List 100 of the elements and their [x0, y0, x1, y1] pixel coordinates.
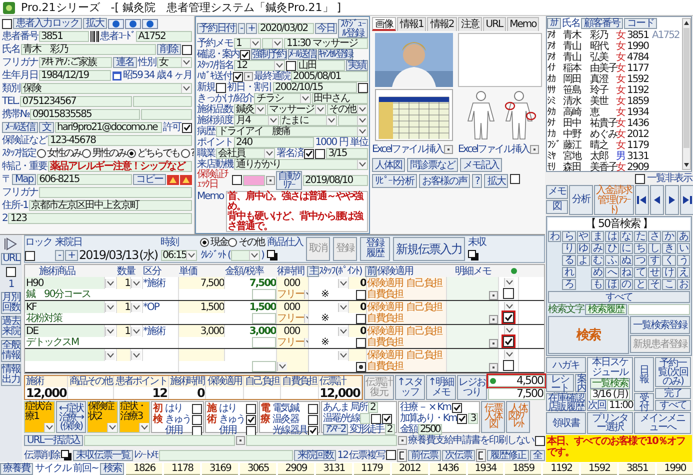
mini-button[interactable]: [266, 176, 275, 184]
kana-button[interactable]: て: [634, 267, 648, 278]
tab[interactable]: URL: [482, 17, 506, 31]
skip-start-button[interactable]: [635, 185, 649, 215]
action-button[interactable]: 全: [530, 450, 545, 460]
kana-button[interactable]: の: [620, 279, 633, 290]
mini-button[interactable]: [530, 144, 540, 154]
action-button[interactable]: すべて: [655, 400, 691, 411]
checkbox[interactable]: [457, 414, 468, 424]
action-button[interactable]: 情報出力: [1, 364, 21, 386]
kana-button[interactable]: る: [562, 255, 576, 266]
text-field[interactable]: [360, 413, 370, 424]
text-field[interactable]: [252, 361, 276, 372]
minutes-field[interactable]: 00: [289, 301, 309, 313]
action-button[interactable]: 分析: [569, 185, 593, 215]
points-field[interactable]: 0: [349, 325, 367, 337]
kana-button[interactable]: も: [590, 279, 604, 290]
checkbox[interactable]: [510, 174, 520, 184]
text-field[interactable]: 11:30 マッサージ: [284, 38, 368, 49]
radio-button[interactable]: 現金: [200, 237, 228, 248]
kana-button[interactable]: ま: [590, 231, 604, 242]
checkbox[interactable]: [233, 72, 243, 82]
warning-icon[interactable]: [167, 174, 179, 184]
action-button[interactable]: 今日: [315, 22, 337, 34]
action-button[interactable]: +: [64, 250, 78, 261]
checkbox[interactable]: [356, 362, 366, 372]
date-field[interactable]: 3/16 (月): [590, 389, 630, 400]
patient-number[interactable]: 1177: [627, 63, 651, 74]
action-button[interactable]: ﾘﾋﾟｰﾄ分析: [372, 174, 417, 188]
kana-text[interactable]: ｱｵ: [547, 41, 562, 52]
text-field[interactable]: 田中さん: [312, 93, 368, 104]
action-button[interactable]: メモ: [546, 185, 568, 199]
text-field[interactable]: 2: [368, 402, 378, 413]
action-button[interactable]: 実績: [346, 60, 368, 71]
memo-field[interactable]: [447, 301, 499, 324]
kana-button[interactable]: ら: [562, 231, 576, 242]
action-button[interactable]: 案内: [575, 374, 586, 392]
text-field[interactable]: hari9pro21@docomo.ne: [55, 122, 162, 133]
radio-button[interactable]: 女性のみ: [37, 148, 81, 159]
kana-button[interactable]: あ: [676, 231, 690, 242]
checkbox[interactable]: [25, 250, 35, 260]
text-field[interactable]: 1: [117, 301, 131, 313]
action-button[interactable]: ←症状治療→(保険): [56, 401, 86, 433]
kana-button[interactable]: つ: [634, 255, 648, 266]
square-icon[interactable]: [61, 450, 72, 460]
action-button[interactable]: 問診票など: [407, 158, 458, 172]
patient-name[interactable]: 中野 めぐみ: [563, 129, 615, 140]
kana-button[interactable]: か: [662, 231, 676, 242]
patient-name[interactable]: 青山 昭代: [563, 41, 615, 52]
dropdown[interactable]: フリー: [277, 289, 309, 300]
patient-number[interactable]: 1179: [627, 140, 651, 151]
action-button[interactable]: URL一括読込: [24, 435, 83, 446]
text-field[interactable]: 京都市左京区田中上玄京町: [28, 200, 192, 211]
checkbox[interactable]: [535, 436, 545, 446]
amount-field[interactable]: 7,500: [488, 388, 545, 400]
action-button[interactable]: 日報: [634, 357, 654, 392]
checkbox[interactable]: [503, 360, 514, 371]
checkbox[interactable]: [382, 414, 392, 424]
dropdown[interactable]: [131, 349, 143, 361]
radio-button[interactable]: 男性のみ: [82, 148, 126, 159]
checkbox[interactable]: [308, 426, 318, 436]
patient-number[interactable]: 2909: [627, 162, 651, 173]
kana-button[interactable]: い: [676, 243, 690, 254]
text-field[interactable]: 7,500: [179, 277, 225, 289]
dropdown[interactable]: 症状・治療3: [119, 401, 150, 433]
kana-button[interactable]: む: [590, 255, 604, 266]
kana-text[interactable]: ﾀﾅ: [547, 118, 562, 129]
checkbox[interactable]: [308, 414, 318, 424]
action-button[interactable]: ｷｬﾝｾﾙ登録: [318, 49, 354, 60]
tab[interactable]: 情報2: [427, 17, 457, 31]
kana-button[interactable]: に: [620, 243, 633, 254]
kana-text[interactable]: ｱｵ: [547, 30, 562, 41]
action-button[interactable]: ハガキ: [546, 357, 586, 373]
action-button[interactable]: 主: [307, 266, 319, 276]
kana-button[interactable]: た: [634, 231, 648, 242]
action-button[interactable]: お客様の声: [419, 174, 470, 188]
patient-name[interactable]: 青山 弘美: [563, 52, 615, 63]
mini-button[interactable]: [244, 72, 253, 81]
mini-button[interactable]: [489, 339, 498, 348]
action-button[interactable]: ｽｹｼﾞｭｰﾙ登録: [338, 18, 368, 38]
kana-button[interactable]: さ: [648, 231, 662, 242]
patient-number[interactable]: 1990: [627, 41, 651, 52]
action-button[interactable]: ↑スタッフ: [394, 375, 425, 400]
radio-button[interactable]: その他: [228, 237, 264, 248]
dropdown[interactable]: たまに: [280, 115, 337, 126]
checkbox[interactable]: [356, 314, 366, 324]
amount-field[interactable]: 4,500: [488, 375, 545, 387]
text-field[interactable]: [133, 96, 192, 107]
kana-text[interactable]: ｵｶ: [547, 74, 562, 85]
kana-button[interactable]: そ: [648, 279, 662, 290]
text-field[interactable]: [39, 187, 192, 198]
patient-number[interactable]: 1592: [627, 74, 651, 85]
dropdown[interactable]: [131, 325, 143, 337]
hours-field[interactable]: 0: [277, 301, 289, 313]
text-field[interactable]: [159, 450, 294, 460]
calendar-icon[interactable]: [112, 70, 122, 80]
kana-text[interactable]: ﾀｶ: [547, 107, 562, 118]
text-field[interactable]: 山田: [296, 60, 346, 71]
text-field[interactable]: KF: [25, 301, 105, 313]
color-field[interactable]: [243, 174, 265, 186]
